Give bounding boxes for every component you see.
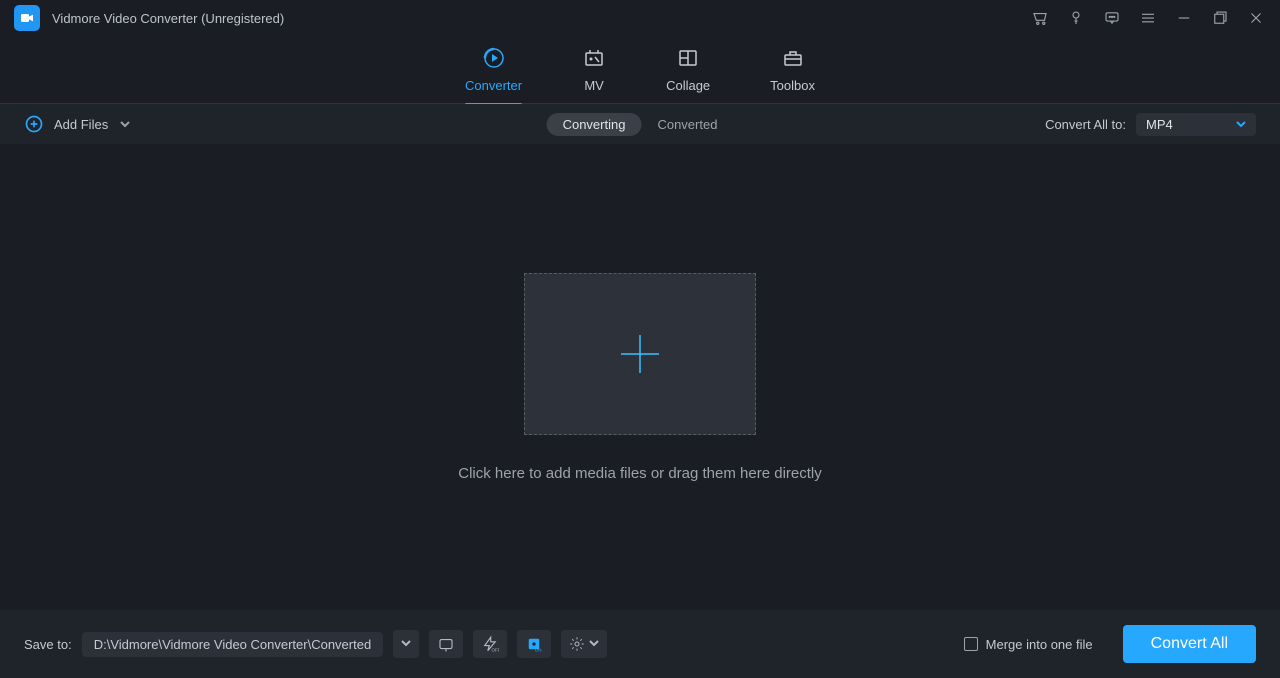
tab-mv-label: MV: [584, 78, 604, 93]
chevron-down-icon: [401, 635, 411, 653]
converter-icon: [482, 46, 506, 70]
cart-icon[interactable]: [1030, 8, 1050, 28]
save-path-field[interactable]: D:\Vidmore\Vidmore Video Converter\Conve…: [82, 632, 383, 657]
footer: Save to: D:\Vidmore\Vidmore Video Conver…: [0, 610, 1280, 678]
svg-text:ON: ON: [535, 648, 542, 653]
chevron-down-icon: [120, 119, 130, 129]
minimize-icon[interactable]: [1174, 8, 1194, 28]
save-path-dropdown[interactable]: [393, 630, 419, 658]
open-folder-button[interactable]: [429, 630, 463, 658]
tab-converter[interactable]: Converter: [465, 42, 522, 97]
tab-toolbox[interactable]: Toolbox: [770, 42, 815, 97]
tab-collage[interactable]: Collage: [666, 42, 710, 97]
add-files-button[interactable]: Add Files: [24, 114, 130, 134]
feedback-icon[interactable]: [1102, 8, 1122, 28]
status-tabs: Converting Converted: [547, 113, 734, 136]
key-icon[interactable]: [1066, 8, 1086, 28]
merge-checkbox[interactable]: Merge into one file: [964, 637, 1093, 652]
dropzone[interactable]: [524, 273, 756, 435]
app-logo-icon: [14, 5, 40, 31]
titlebar-controls: [1030, 8, 1266, 28]
close-icon[interactable]: [1246, 8, 1266, 28]
settings-dropdown[interactable]: [561, 630, 607, 658]
plus-icon: [617, 331, 663, 377]
menu-icon[interactable]: [1138, 8, 1158, 28]
convert-all-to-label: Convert All to:: [1045, 117, 1126, 132]
convert-all-button[interactable]: Convert All: [1123, 625, 1256, 663]
save-path-value: D:\Vidmore\Vidmore Video Converter\Conve…: [94, 637, 371, 652]
high-speed-button[interactable]: ON: [517, 630, 551, 658]
status-converted-tab[interactable]: Converted: [641, 113, 733, 136]
window-title: Vidmore Video Converter (Unregistered): [52, 11, 284, 26]
tab-toolbox-label: Toolbox: [770, 78, 815, 93]
chevron-down-icon: [1236, 117, 1246, 132]
toolbar: Add Files Converting Converted Convert A…: [0, 104, 1280, 144]
status-converting-tab[interactable]: Converting: [547, 113, 642, 136]
collage-icon: [676, 46, 700, 70]
format-value: MP4: [1146, 117, 1173, 132]
mv-icon: [582, 46, 606, 70]
dropzone-hint: Click here to add media files or drag th…: [458, 465, 822, 482]
plus-circle-icon: [24, 114, 44, 134]
main-nav: Converter MV Collage Toolbox: [0, 36, 1280, 104]
toolbox-icon: [781, 46, 805, 70]
chevron-down-icon: [589, 635, 599, 653]
maximize-icon[interactable]: [1210, 8, 1230, 28]
checkbox-icon: [964, 637, 978, 651]
add-files-label: Add Files: [54, 117, 108, 132]
tab-mv[interactable]: MV: [582, 42, 606, 97]
titlebar: Vidmore Video Converter (Unregistered): [0, 0, 1280, 36]
tab-converter-label: Converter: [465, 78, 522, 93]
merge-label: Merge into one file: [986, 637, 1093, 652]
format-select[interactable]: MP4: [1136, 113, 1256, 136]
hardware-accel-button[interactable]: OFF: [473, 630, 507, 658]
main-area: Click here to add media files or drag th…: [0, 144, 1280, 610]
save-to-label: Save to:: [24, 637, 72, 652]
svg-text:OFF: OFF: [492, 648, 500, 653]
tab-collage-label: Collage: [666, 78, 710, 93]
